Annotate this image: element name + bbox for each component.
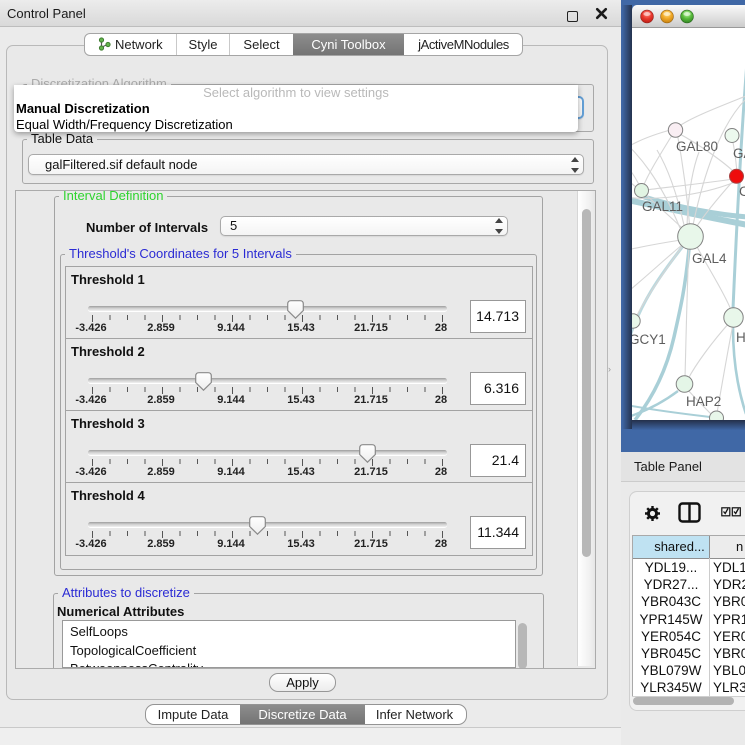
- svg-text:C: C: [739, 184, 745, 199]
- svg-text:HAP2: HAP2: [686, 394, 721, 409]
- svg-text:GA: GA: [733, 146, 745, 161]
- svg-text:GAL4: GAL4: [692, 251, 727, 266]
- svg-text:GAL80: GAL80: [676, 139, 718, 154]
- svg-text:GAL11: GAL11: [642, 199, 683, 214]
- svg-text:GCY1: GCY1: [632, 332, 666, 347]
- svg-text:H: H: [736, 330, 745, 345]
